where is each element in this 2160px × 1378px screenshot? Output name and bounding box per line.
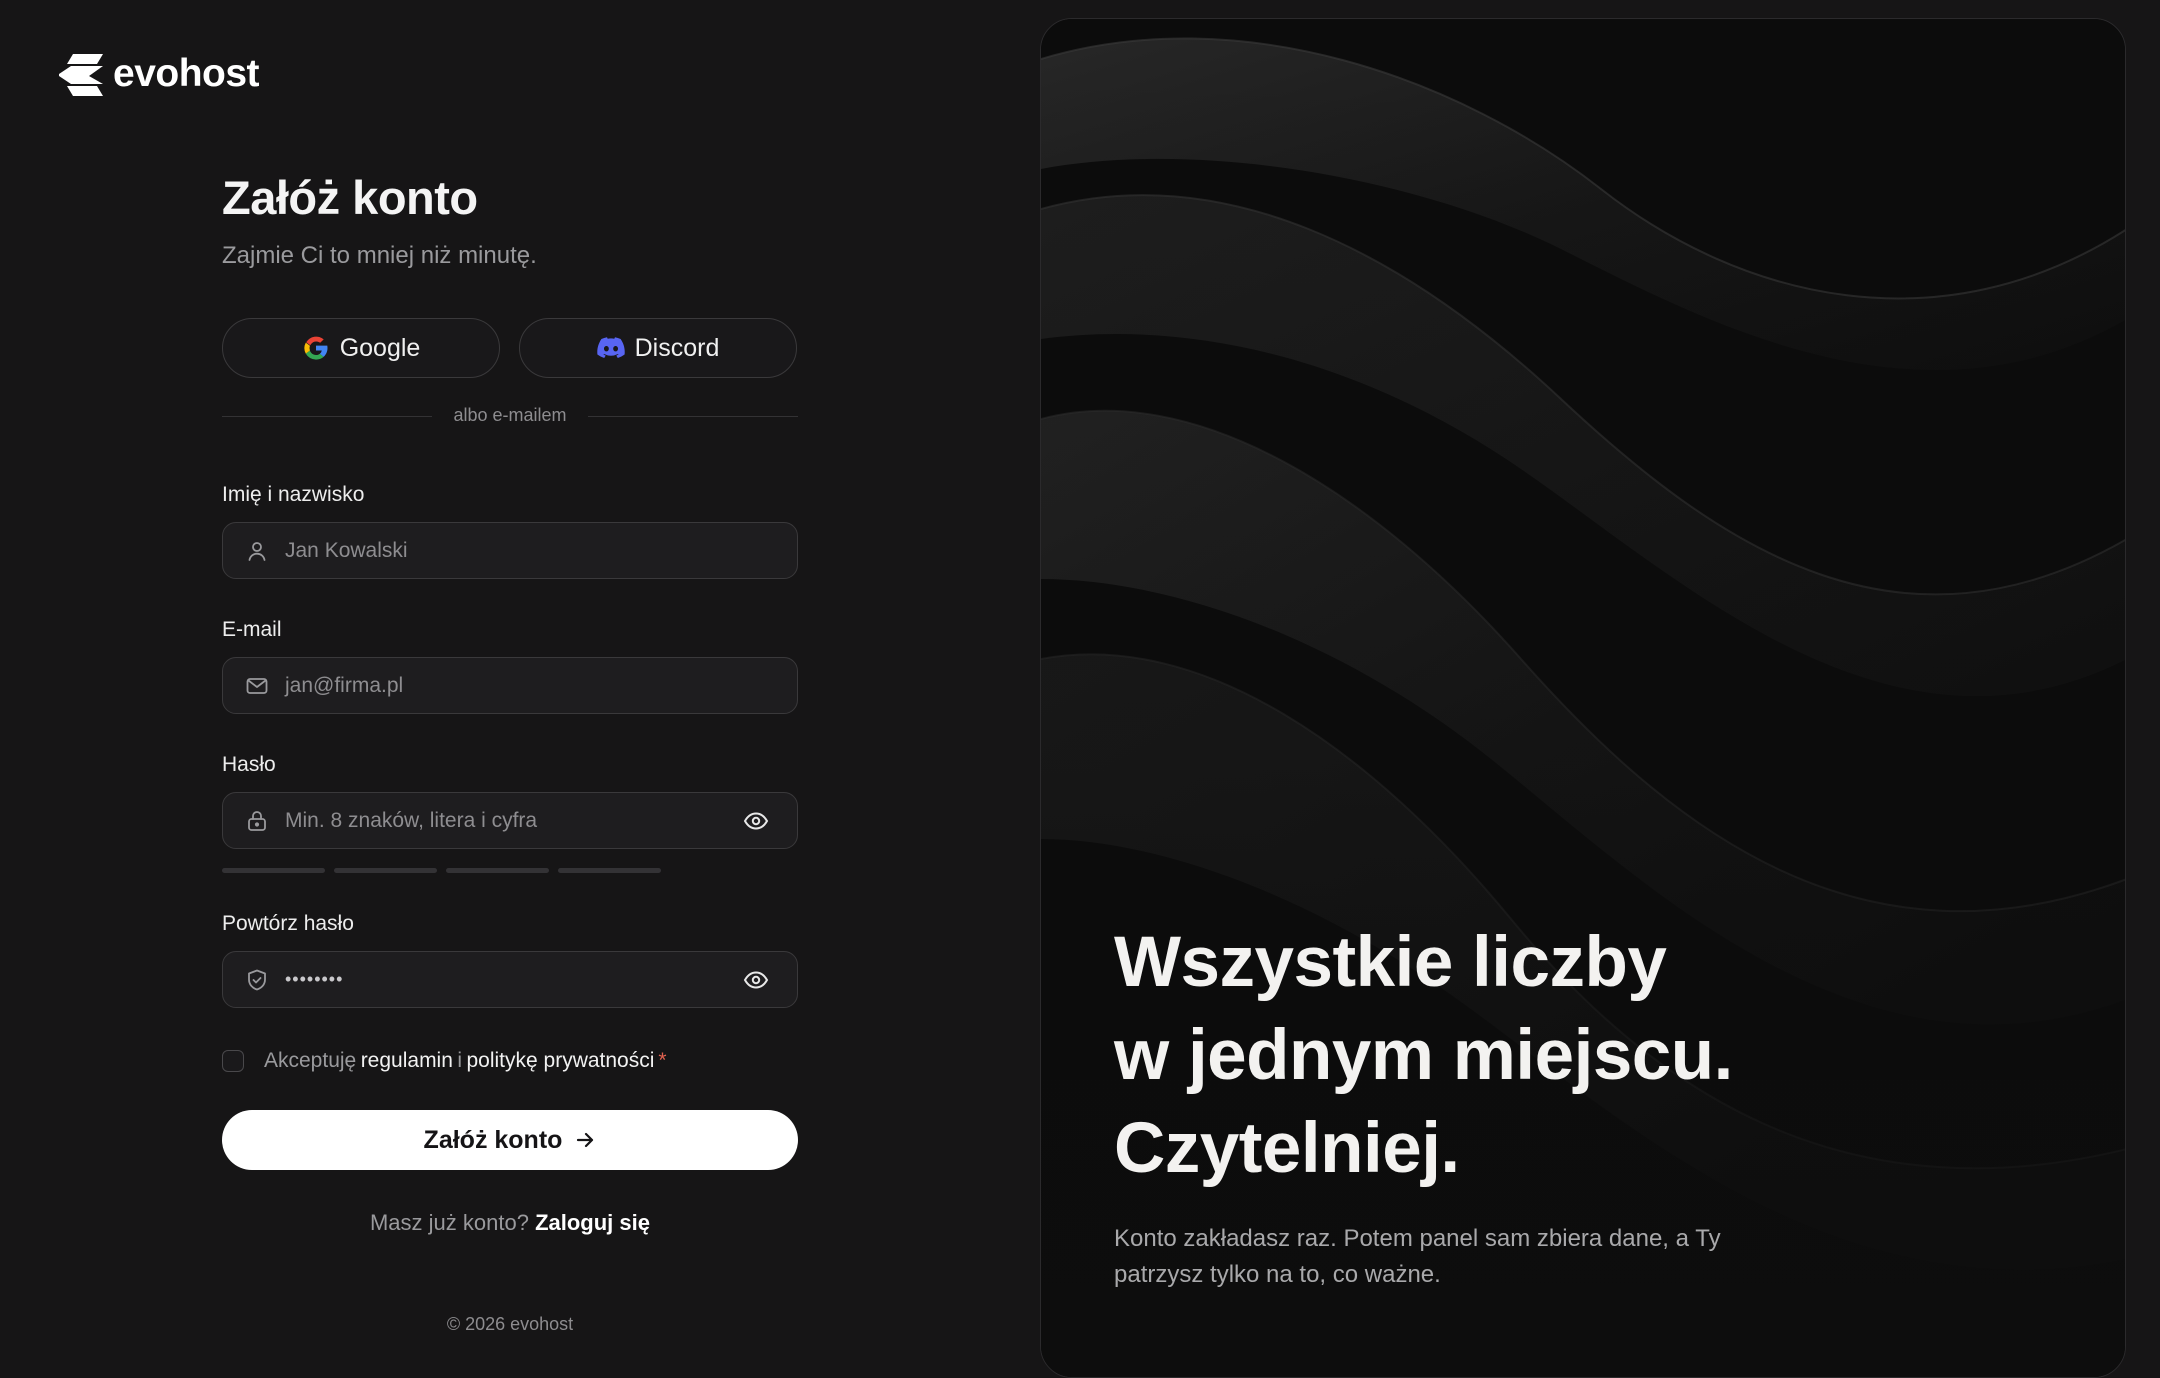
- password-repeat-value: ••••••••: [285, 969, 344, 989]
- hero-headline-line: Wszystkie liczby: [1114, 923, 1667, 1002]
- google-signup-button[interactable]: Google: [222, 318, 500, 378]
- google-label: Google: [339, 333, 421, 362]
- terms-checkbox[interactable]: [222, 1050, 244, 1072]
- evohost-logo-icon: [59, 54, 103, 96]
- brand-name: evohost: [113, 52, 260, 95]
- signin-link[interactable]: Zaloguj się: [535, 1210, 650, 1235]
- or-email-divider: albo e-mailem: [222, 405, 798, 427]
- show-password-icon[interactable]: [743, 809, 769, 833]
- name-placeholder: Jan Kowalski: [285, 539, 408, 562]
- password-repeat-field[interactable]: ••••••••: [222, 951, 798, 1008]
- hero-headline-line: Czytelniej.: [1114, 1109, 1460, 1188]
- email-placeholder: jan@firma.pl: [285, 674, 404, 697]
- show-password-repeat-icon[interactable]: [743, 968, 769, 992]
- google-icon: [304, 336, 328, 360]
- signin-question: Masz już konto?: [369, 1210, 529, 1235]
- strength-segment: [558, 868, 661, 873]
- terms-row: Akceptuję regulamin i politykę prywatnoś…: [222, 1046, 667, 1076]
- discord-label: Discord: [634, 333, 720, 362]
- strength-segment: [222, 868, 325, 873]
- hero-description: Konto zakładasz raz. Potem panel sam zbi…: [1114, 1225, 1721, 1288]
- signin-row: Masz już konto? Zaloguj się: [222, 1210, 798, 1236]
- page-title: Załóż konto: [222, 171, 478, 224]
- divider-line-right: [588, 416, 798, 417]
- strength-segment: [446, 868, 549, 873]
- mail-icon: [246, 678, 268, 694]
- name-field[interactable]: Jan Kowalski: [222, 522, 798, 579]
- password-placeholder: Min. 8 znaków, litera i cyfra: [285, 809, 538, 832]
- create-account-label: Załóż konto: [423, 1125, 563, 1154]
- email-field[interactable]: jan@firma.pl: [222, 657, 798, 714]
- privacy-policy-link[interactable]: politykę prywatności: [466, 1049, 654, 1073]
- create-account-button[interactable]: Załóż konto: [222, 1110, 798, 1170]
- email-label: E-mail: [222, 618, 282, 641]
- shield-icon: [248, 969, 266, 991]
- discord-signup-button[interactable]: Discord: [519, 318, 797, 378]
- password-label: Hasło: [222, 753, 276, 776]
- hero-headline: Wszystkie liczby w jednym miejscu. Czyte…: [1114, 916, 1733, 1195]
- password-field[interactable]: Min. 8 znaków, litera i cyfra: [222, 792, 798, 849]
- hero-panel: Wszystkie liczby w jednym miejscu. Czyte…: [1040, 18, 2126, 1378]
- hero-headline-line: w jednym miejscu.: [1114, 1016, 1733, 1095]
- brand-logo[interactable]: evohost: [59, 52, 260, 96]
- password-repeat-label: Powtórz hasło: [222, 912, 354, 935]
- user-icon: [248, 542, 266, 561]
- lock-icon: [248, 811, 266, 831]
- arrow-right-icon: [577, 1132, 594, 1148]
- terms-prefix: Akceptuję: [264, 1049, 357, 1072]
- name-label: Imię i nazwisko: [222, 483, 365, 506]
- required-asterisk: *: [658, 1049, 667, 1072]
- strength-segment: [334, 868, 437, 873]
- terms-link[interactable]: regulamin: [361, 1049, 453, 1073]
- page-subtitle: Zajmie Ci to mniej niż minutę.: [222, 242, 537, 269]
- discord-icon: [596, 337, 625, 358]
- terms-conjunction: i: [457, 1049, 463, 1072]
- copyright: © 2026 evohost: [446, 1314, 574, 1334]
